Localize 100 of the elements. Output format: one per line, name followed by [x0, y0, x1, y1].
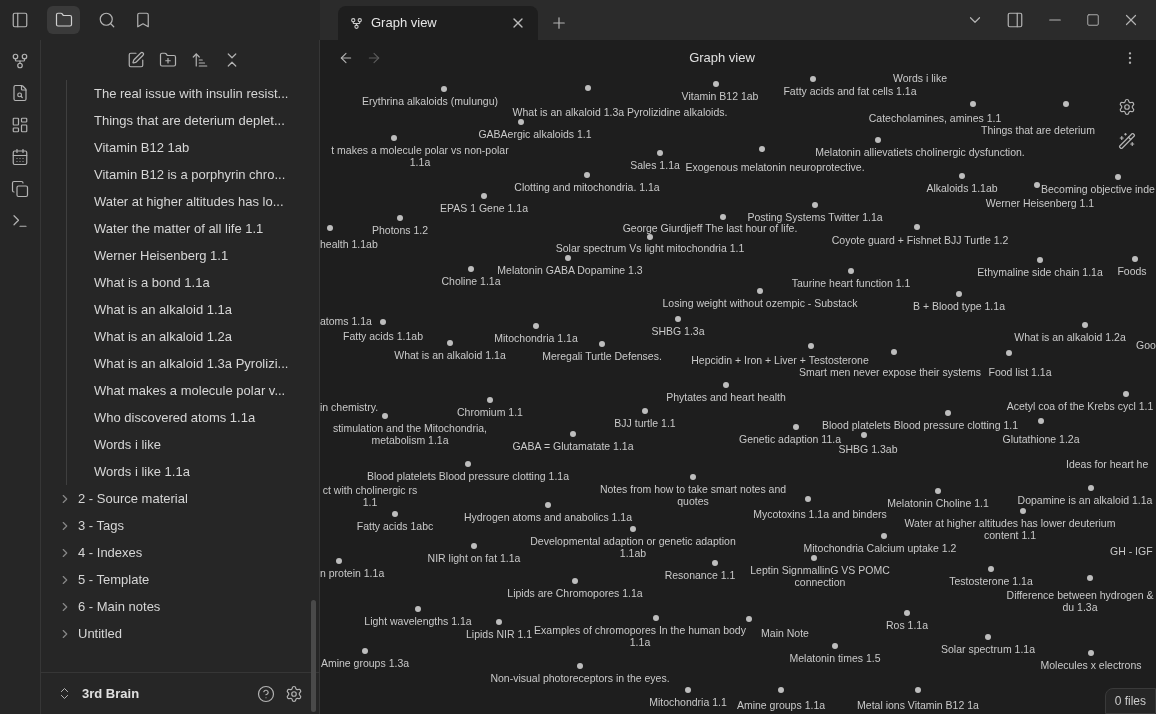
file-item[interactable]: What is a bond 1.1a: [67, 269, 319, 296]
node-label: Alkaloids 1.1ab: [926, 182, 998, 194]
node-label: Amine groups 1.1a: [736, 699, 826, 711]
files-tab[interactable]: [47, 6, 80, 34]
node-label: t makes a molecule polar vs non-polar 1.1a: [330, 144, 510, 168]
node-label: Chromium 1.1: [457, 406, 523, 418]
node-label: Non-visual photoreceptors in the eyes.: [490, 672, 670, 684]
file-item[interactable]: The real issue with insulin resist...: [67, 80, 319, 107]
graph-view-tab[interactable]: Graph view: [338, 6, 538, 40]
node-label: Coyote guard + Fishnet BJJ Turtle 1.2: [831, 234, 1009, 246]
node-label: Water at higher altitudes has lower deuterium content 1.1: [903, 517, 1117, 541]
node-label: Light wavelengths 1.1a: [364, 615, 472, 627]
file-item[interactable]: Water at higher altitudes has lo...: [67, 188, 319, 215]
node-label: Posting Systems Twitter 1.1a: [747, 211, 883, 223]
settings-icon[interactable]: [285, 684, 303, 703]
sidebar-toggle-icon[interactable]: [11, 11, 29, 29]
node-label: Glutathione 1.2a: [1002, 433, 1080, 445]
node-label: Becoming objective inde: [1041, 183, 1155, 195]
folder-item[interactable]: 3 - Tags: [41, 512, 319, 539]
node-label: Lipids are Chromopores 1.1a: [507, 587, 643, 599]
file-item[interactable]: Things that are deterium deplet...: [67, 107, 319, 134]
view-title: Graph view: [688, 48, 756, 67]
node-label: Testosterone 1.1a: [949, 575, 1033, 587]
magic-wand-icon[interactable]: [1118, 132, 1136, 150]
node-label: Ros 1.1a: [886, 619, 928, 631]
node-label: Amine groups 1.3a: [320, 657, 410, 669]
node-label: Things that are deterium: [981, 124, 1095, 136]
new-folder-icon[interactable]: [159, 51, 177, 69]
search-icon[interactable]: [98, 11, 116, 29]
node-label: Dopamine is an alkaloid 1.1a: [1017, 494, 1153, 506]
folder-item[interactable]: 4 - Indexes: [41, 539, 319, 566]
node-label: Mitochondria 1.1: [649, 696, 727, 708]
new-tab-icon[interactable]: [550, 14, 568, 32]
node-label: Mycotoxins 1.1a and binders: [753, 508, 887, 520]
maximize-icon[interactable]: [1086, 13, 1100, 27]
node-label: Hydrogen atoms and anabolics 1.1a: [463, 511, 633, 523]
node-label: Photons 1.2: [372, 224, 428, 236]
settings-icon[interactable]: [1118, 98, 1136, 116]
file-item[interactable]: Words i like: [67, 431, 319, 458]
file-item[interactable]: Vitamin B12 is a porphyrin chro...: [67, 161, 319, 188]
node-label: Taurine heart function 1.1: [791, 277, 911, 289]
vault-name[interactable]: 3rd Brain: [82, 683, 247, 704]
node-label: What is an alkaloid 1.3a Pyrolizidine alkaloids.: [512, 106, 728, 118]
calendar-icon[interactable]: [11, 148, 29, 166]
bookmark-icon[interactable]: [134, 11, 152, 29]
file-item[interactable]: Who discovered atoms 1.1a: [67, 404, 319, 431]
node-label: NIR light on fat 1.1a: [427, 552, 521, 564]
node-label: Words i like: [892, 72, 948, 84]
node-label: Mitochondria Calcium uptake 1.2: [803, 542, 957, 554]
node-label: GH - IGF: [1110, 545, 1153, 557]
node-label: Melatonin allievatiets cholinergic dysfunction.: [815, 146, 1025, 158]
node-label: Meregali Turtle Defenses.: [542, 350, 662, 362]
file-icon[interactable]: [11, 84, 29, 102]
file-item[interactable]: What is an alkaloid 1.2a: [67, 323, 319, 350]
node-label: Smart men never expose their systems: [798, 366, 982, 378]
graph-icon[interactable]: [11, 52, 29, 70]
node-label: SHBG 1.3ab: [838, 443, 898, 455]
help-icon[interactable]: [257, 684, 275, 703]
node-label: atoms 1.1a: [320, 315, 372, 327]
node-label: Melatonin Choline 1.1: [887, 497, 989, 509]
file-item[interactable]: Vitamin B12 1ab: [67, 134, 319, 161]
node-label: Acetyl coa of the Krebs cycl 1.1: [1005, 400, 1155, 412]
folder-item[interactable]: Untitled: [41, 620, 319, 647]
node-label: stimulation and the Mitochondria, metabolism 1.1a: [331, 422, 489, 446]
node-label: Phytates and heart health: [666, 391, 786, 403]
scrollbar[interactable]: [311, 600, 316, 712]
node-label: Metal ions Vitamin B12 1a: [857, 699, 979, 711]
node-label: BJJ turtle 1.1: [614, 417, 676, 429]
node-label: ct with cholinergic rs 1.1: [321, 484, 419, 508]
graph-icon: [350, 16, 363, 30]
copy-icon[interactable]: [11, 180, 29, 198]
file-item[interactable]: What makes a molecule polar v...: [67, 377, 319, 404]
node-label: Notes from how to take smart notes and quotes: [598, 483, 788, 507]
new-note-icon[interactable]: [127, 51, 145, 69]
right-sidebar-icon[interactable]: [1006, 11, 1024, 29]
node-label: GABAergic alkaloids 1.1: [478, 128, 592, 140]
sort-icon[interactable]: [191, 51, 209, 69]
node-label: What is an alkaloid 1.1a: [394, 349, 506, 361]
node-label: Vitamin B12 1ab: [681, 90, 759, 102]
node-label: Food list 1.1a: [988, 366, 1052, 378]
terminal-icon[interactable]: [11, 212, 29, 230]
node-label: Goo: [1136, 339, 1156, 351]
file-item[interactable]: Werner Heisenberg 1.1: [67, 242, 319, 269]
node-label: Melatonin times 1.5: [789, 652, 881, 664]
node-label: Hepcidin + Iron + Liver + Testosterone: [691, 354, 869, 366]
grid-icon[interactable]: [11, 116, 29, 134]
node-label: Fatty acids 1.1ab: [343, 330, 423, 342]
node-label: What is an alkaloid 1.2a: [1014, 331, 1126, 343]
node-label: Fatty acids and fat cells 1.1a: [783, 85, 917, 97]
node-label: Foods: [1117, 265, 1147, 277]
folder-item[interactable]: 6 - Main notes: [41, 593, 319, 620]
node-label: Solar spectrum Vs light mitochondria 1.1: [555, 242, 745, 254]
file-item[interactable]: Words i like 1.1a: [67, 458, 319, 485]
folder-item[interactable]: 5 - Template: [41, 566, 319, 593]
file-item[interactable]: What is an alkaloid 1.3a Pyrolizi...: [67, 350, 319, 377]
file-item[interactable]: What is an alkaloid 1.1a: [67, 296, 319, 323]
folder-item[interactable]: 2 - Source material: [41, 485, 319, 512]
node-label: Catecholamines, amines 1.1: [868, 112, 1002, 124]
file-item[interactable]: Water the matter of all life 1.1: [67, 215, 319, 242]
node-label: Choline 1.1a: [441, 275, 501, 287]
